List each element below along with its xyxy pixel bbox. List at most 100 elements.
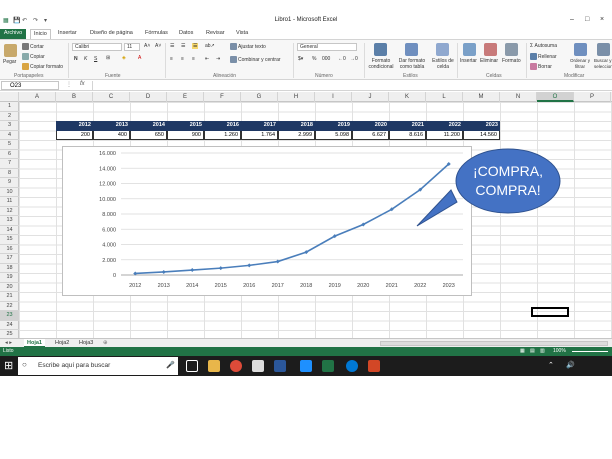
increase-indent-icon[interactable]: ⇥ — [216, 56, 220, 62]
formula-input[interactable] — [92, 81, 610, 90]
orientation-icon[interactable]: ab↗ — [205, 43, 215, 49]
fx-icon[interactable]: fx — [80, 81, 85, 87]
merge-center-button[interactable]: Combinar y centrar — [230, 56, 281, 63]
autosum-button[interactable]: Σ Autosuma — [530, 43, 557, 49]
view-layout-icon[interactable]: ▤ — [530, 348, 535, 354]
value-cell[interactable]: 1.764 — [241, 130, 278, 140]
year-cell[interactable]: 2022 — [426, 121, 463, 131]
tab-vista[interactable]: Vista — [236, 30, 248, 36]
year-cell[interactable]: 2020 — [352, 121, 389, 131]
align-top-icon[interactable]: ☰ — [170, 43, 174, 49]
column-header-d[interactable]: D — [130, 92, 167, 102]
increase-decimal-icon[interactable]: ←0 — [338, 56, 346, 62]
column-header-k[interactable]: K — [389, 92, 426, 102]
windows-start-icon[interactable]: ⊞ — [4, 359, 13, 372]
row-header-15[interactable]: 15 — [0, 235, 19, 245]
shrink-font-icon[interactable]: A˅ — [155, 43, 161, 49]
align-middle-icon[interactable]: ☰ — [181, 43, 185, 49]
cell-styles-button[interactable]: Estilos de celda — [429, 58, 457, 70]
tab-datos[interactable]: Datos — [179, 30, 193, 36]
volume-icon[interactable]: 🔊 — [566, 361, 575, 369]
edge-icon[interactable] — [300, 360, 312, 372]
font-color-icon[interactable]: A — [138, 55, 141, 61]
decrease-indent-icon[interactable]: ⇤ — [205, 56, 209, 62]
year-cell[interactable]: 2015 — [167, 121, 204, 131]
row-header-24[interactable]: 24 — [0, 321, 19, 330]
sort-filter-icon[interactable] — [574, 43, 587, 56]
view-pagebreak-icon[interactable]: ▥ — [540, 348, 545, 354]
insert-cells-button[interactable]: Insertar — [460, 58, 477, 64]
year-cell[interactable]: 2023 — [463, 121, 500, 131]
tab-formulas[interactable]: Fórmulas — [145, 30, 168, 36]
data-point[interactable] — [161, 269, 166, 274]
column-header-g[interactable]: G — [241, 92, 278, 102]
tab-diseno-pagina[interactable]: Diseño de página — [90, 30, 133, 36]
data-point[interactable] — [275, 259, 280, 264]
value-cell[interactable]: 2.999 — [278, 130, 315, 140]
row-header-23[interactable]: 23 — [0, 311, 19, 321]
task-view-icon[interactable] — [186, 360, 198, 372]
zoom-slider[interactable] — [572, 351, 608, 352]
word-icon[interactable] — [274, 360, 286, 372]
value-cell[interactable]: 400 — [93, 130, 130, 140]
year-cell[interactable]: 2012 — [56, 121, 93, 131]
find-select-button[interactable]: Buscar y seleccionar — [594, 58, 612, 70]
zoom-level[interactable]: 100% — [553, 348, 566, 354]
data-point[interactable] — [218, 266, 223, 271]
fill-button[interactable]: Rellenar — [530, 53, 557, 60]
year-cell[interactable]: 2021 — [389, 121, 426, 131]
chrome-icon[interactable] — [230, 360, 242, 372]
tab-inicio[interactable]: Inicio — [30, 29, 51, 39]
row-header-4[interactable]: 4 — [0, 131, 19, 140]
wrap-text-button[interactable]: Ajustar texto — [230, 43, 266, 50]
tab-revisar[interactable]: Revisar — [206, 30, 225, 36]
row-header-2[interactable]: 2 — [0, 112, 19, 121]
year-cell[interactable]: 2014 — [130, 121, 167, 131]
callout-bubble[interactable]: ¡COMPRA, COMPRA! — [405, 146, 565, 236]
italic-button[interactable]: K — [84, 56, 87, 62]
value-cell[interactable]: 1.260 — [204, 130, 241, 140]
row-header-10[interactable]: 10 — [0, 188, 19, 197]
row-header-3[interactable]: 3 — [0, 121, 19, 131]
column-header-f[interactable]: F — [204, 92, 241, 102]
sort-filter-button[interactable]: Ordenar y filtrar — [568, 58, 592, 70]
year-cell[interactable]: 2017 — [241, 121, 278, 131]
tab-archivo[interactable]: Archivo — [0, 29, 26, 39]
currency-icon[interactable]: $▾ — [298, 56, 303, 62]
format-cells-button[interactable]: Formato — [502, 58, 521, 64]
column-header-l[interactable]: L — [426, 92, 463, 102]
year-cell[interactable]: 2019 — [315, 121, 352, 131]
row-header-9[interactable]: 9 — [0, 178, 19, 188]
row-header-5[interactable]: 5 — [0, 140, 19, 150]
column-header-e[interactable]: E — [167, 92, 204, 102]
formula-cancel-icon[interactable]: ⋮ — [66, 81, 72, 88]
row-header-11[interactable]: 11 — [0, 197, 19, 207]
align-center-icon[interactable]: ≡ — [181, 56, 184, 62]
year-cell[interactable]: 2018 — [278, 121, 315, 131]
column-header-h[interactable]: H — [278, 92, 315, 102]
conditional-format-button[interactable]: Formato condicional — [366, 58, 396, 70]
data-point[interactable] — [247, 263, 252, 268]
file-explorer-icon[interactable] — [208, 360, 220, 372]
row-header-20[interactable]: 20 — [0, 283, 19, 292]
view-normal-icon[interactable]: ▦ — [520, 348, 525, 354]
select-all-corner[interactable] — [0, 92, 19, 102]
delete-cells-icon[interactable] — [484, 43, 497, 56]
conditional-format-icon[interactable] — [374, 43, 387, 56]
delete-cells-button[interactable]: Eliminar — [480, 58, 498, 64]
skype-icon[interactable] — [346, 360, 358, 372]
thousands-button[interactable]: 000 — [322, 56, 330, 62]
column-header-o[interactable]: O — [537, 92, 574, 102]
cut-button[interactable]: Cortar — [22, 43, 44, 50]
align-right-icon[interactable]: ≡ — [192, 56, 195, 62]
year-cell[interactable]: 2016 — [204, 121, 241, 131]
microphone-icon[interactable]: 🎤 — [166, 361, 175, 369]
row-header-7[interactable]: 7 — [0, 159, 19, 169]
bold-button[interactable]: N — [74, 56, 78, 62]
row-header-22[interactable]: 22 — [0, 302, 19, 311]
align-left-icon[interactable]: ≡ — [170, 56, 173, 62]
row-header-21[interactable]: 21 — [0, 292, 19, 302]
column-header-j[interactable]: J — [352, 92, 389, 102]
insert-cells-icon[interactable] — [463, 43, 476, 56]
column-header-a[interactable]: A — [19, 92, 56, 102]
